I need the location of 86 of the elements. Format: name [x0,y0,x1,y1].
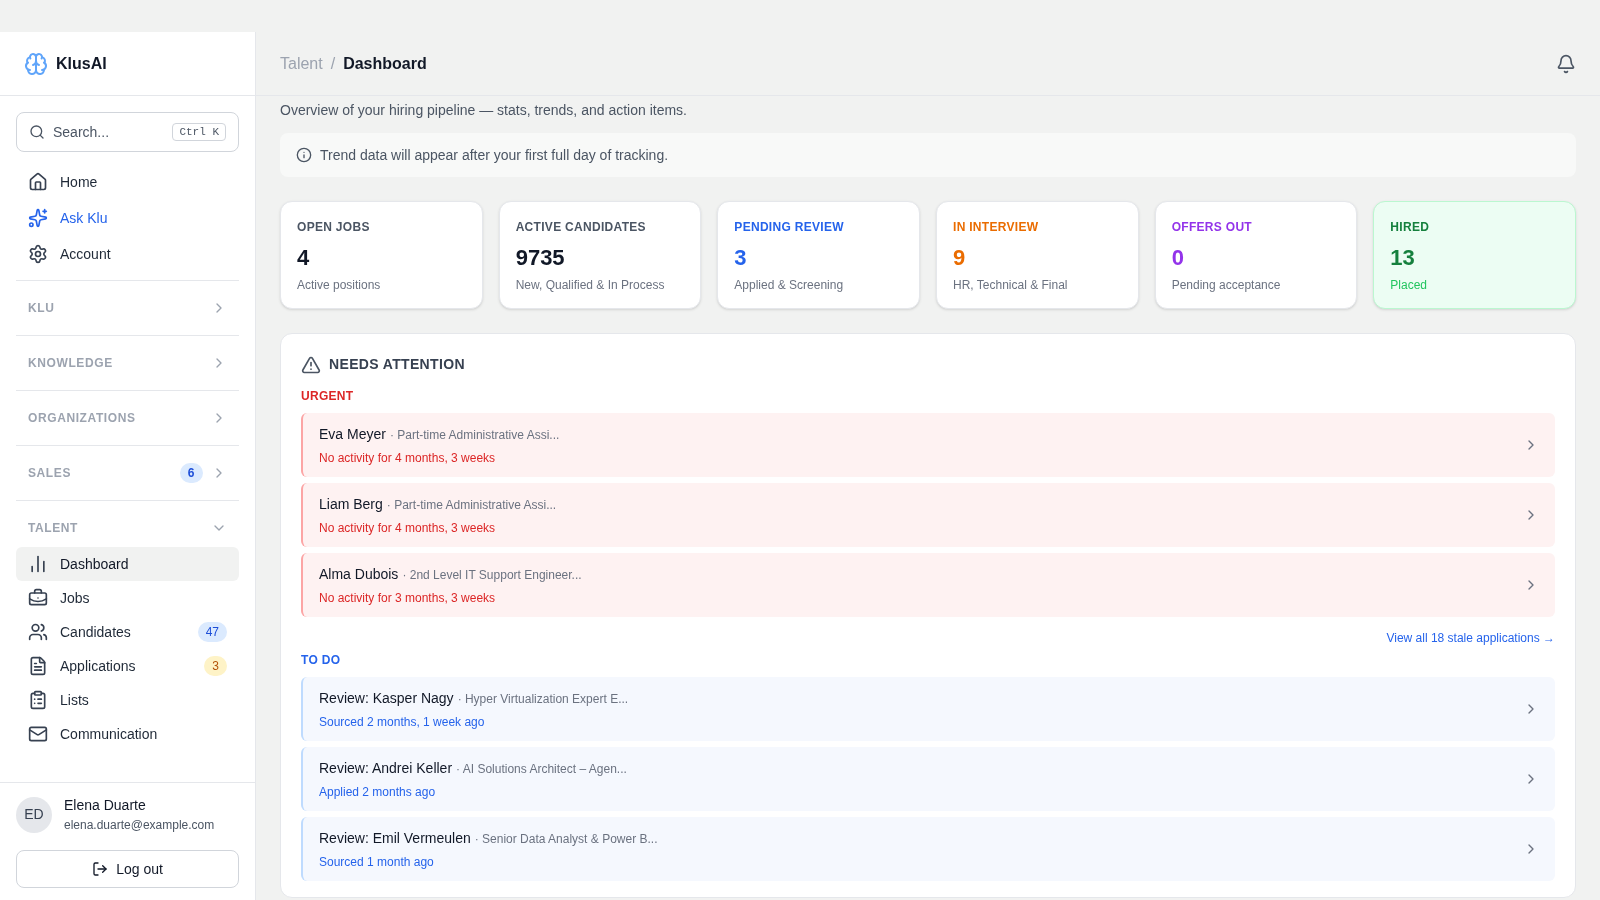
brand-name: KlusAI [56,53,107,74]
bell-icon[interactable] [1556,53,1576,74]
stat-caption: Pending acceptance [1171,276,1282,294]
row-detail: · 2nd Level IT Support Engineer... [402,566,582,584]
row-title: Review: Andrei Keller [319,758,453,778]
section-toggle[interactable]: SALES 6 [16,454,239,492]
attention-row[interactable]: Alma Dubois · 2nd Level IT Support Engineer... No activity for 3 months, 3 weeks [301,553,1555,617]
stat-label: IN INTERVIEW [953,219,1040,236]
stat-caption: HR, Technical & Final [953,276,1069,294]
shortcut-key: Ctrl K [172,122,226,142]
row-detail: · AI Solutions Architect – Agen... [456,760,627,778]
logout-button[interactable]: Log out [16,850,239,888]
info-icon [296,147,312,163]
row-detail: · Part-time Administrative Assi... [386,496,557,514]
sparkles-icon [28,208,48,228]
count-badge: 6 [179,463,203,483]
stat-value: 3 [734,244,748,272]
row-detail: · Part-time Administrative Assi... [389,426,560,444]
stat-value: 9735 [515,244,566,272]
breadcrumb-separator: / [330,53,336,74]
row-status: Applied 2 months ago [319,783,437,801]
row-status: Sourced 2 months, 1 week ago [319,713,486,731]
stat-value: 9 [953,244,967,272]
document-icon [28,656,48,676]
mail-icon [28,724,48,744]
stat-caption: Active positions [297,276,382,294]
stat-value: 4 [297,244,311,272]
row-detail: · Hyper Virtualization Expert E... [457,690,629,708]
search-field[interactable]: Search... Ctrl K [16,112,239,152]
notice-text: Trend data will appear after your first full day of tracking. [320,145,669,165]
nav-item[interactable]: Home [16,164,239,200]
stat-label: PENDING REVIEW [734,219,845,236]
attention-row[interactable]: Liam Berg · Part-time Administrative Assi... No activity for 4 months, 3 weeks [301,483,1555,547]
card-title: NEEDS ATTENTION [329,355,465,374]
user-name: Elena Duarte [64,796,147,815]
nav-item[interactable]: Communication [16,717,239,751]
stat-label: OPEN JOBS [297,219,371,236]
row-title: Review: Emil Vermeulen [319,828,471,848]
briefcase-icon [28,588,48,608]
row-status: No activity for 3 months, 3 weeks [319,589,497,607]
nav-item[interactable]: Lists [16,683,239,717]
nav-item[interactable]: Jobs [16,581,239,615]
nav-item[interactable]: Account [16,236,239,272]
attention-row[interactable]: Review: Emil Vermeulen · Senior Data Analyst & Power B... Sourced 1 month ago [301,817,1555,881]
row-title: Review: Kasper Nagy [319,688,454,708]
nav-item[interactable]: Candidates 47 [16,615,239,649]
row-title: Eva Meyer [319,424,386,444]
group-label: URGENT [301,388,355,405]
stat-label: ACTIVE CANDIDATES [515,219,647,236]
nav-item[interactable]: Applications 3 [16,649,239,683]
users-icon [28,622,48,642]
house-icon [28,172,48,192]
user-email: elena.duarte@example.com [64,817,215,834]
stat-value: 0 [1171,244,1185,272]
row-status: Sourced 1 month ago [319,853,435,871]
stat-label: OFFERS OUT [1171,219,1253,236]
brain-logo-icon [24,51,48,76]
page-subtitle: Overview of your hiring pipeline — stats, trends, and action items. [280,101,688,120]
stat-caption: New, Qualified & In Process [515,276,666,294]
warning-icon [301,354,321,375]
stat-label: HIRED [1390,219,1431,236]
nav-item[interactable]: Dashboard [16,547,239,581]
search-icon [29,124,45,140]
row-title: Alma Dubois [319,564,399,584]
bar-chart-icon [28,554,48,574]
attention-row[interactable]: Review: Kasper Nagy · Hyper Virtualization Expert E... Sourced 2 months, 1 week ago [301,677,1555,741]
settings-icon [28,244,48,264]
avatar: ED [16,796,52,833]
stat-caption: Placed [1390,276,1429,294]
logout-icon [92,861,109,877]
breadcrumb-link[interactable]: Dashboard [343,51,427,76]
stat-caption: Applied & Screening [734,276,845,294]
search-input[interactable]: Search... [53,121,165,143]
row-title: Liam Berg [319,494,383,514]
clipboard-icon [28,690,48,710]
nav-item[interactable]: Ask Klu [16,200,239,236]
stat-value: 13 [1390,244,1416,272]
attention-row[interactable]: Review: Andrei Keller · AI Solutions Architect – Agen... Applied 2 months ago [301,747,1555,811]
attention-row[interactable]: Eva Meyer · Part-time Administrative Assi... No activity for 4 months, 3 weeks [301,413,1555,477]
row-detail: · Senior Data Analyst & Power B... [474,830,658,848]
view-all-link[interactable]: View all 18 stale applications → [1386,629,1555,647]
row-status: No activity for 4 months, 3 weeks [319,519,497,537]
count-badge: 47 [197,622,227,642]
group-label: TO DO [301,652,342,669]
count-badge: 3 [204,656,227,676]
row-status: No activity for 4 months, 3 weeks [319,449,497,467]
